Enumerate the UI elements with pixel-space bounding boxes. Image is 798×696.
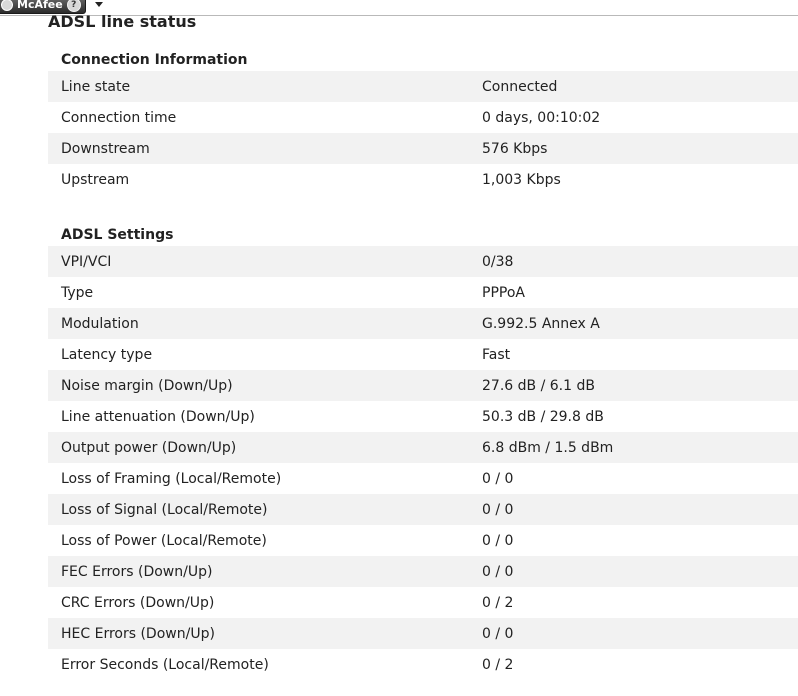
row-label: Loss of Power (Local/Remote) bbox=[61, 532, 267, 549]
row-label: Noise margin (Down/Up) bbox=[61, 377, 233, 394]
row-label: Line attenuation (Down/Up) bbox=[61, 408, 255, 425]
row-label: Loss of Framing (Local/Remote) bbox=[61, 470, 282, 487]
adsl-setting-row: Loss of Framing (Local/Remote) 0 / 0 bbox=[48, 463, 798, 494]
row-label: Latency type bbox=[61, 346, 153, 363]
adsl-setting-row: Type PPPoA bbox=[48, 277, 798, 308]
row-label: FEC Errors (Down/Up) bbox=[61, 563, 213, 580]
row-label: Type bbox=[61, 284, 94, 301]
adsl-setting-row: Noise margin (Down/Up) 27.6 dB / 6.1 dB bbox=[48, 370, 798, 401]
row-label: Downstream bbox=[61, 140, 150, 157]
connection-info-row: Downstream 576 Kbps bbox=[48, 133, 798, 164]
row-label: HEC Errors (Down/Up) bbox=[61, 625, 215, 642]
row-value: 0 / 2 bbox=[482, 656, 514, 673]
row-value: PPPoA bbox=[482, 284, 525, 301]
connection-information-table: Line state Connected Connection time 0 days… bbox=[48, 71, 798, 195]
adsl-setting-row: HEC Errors (Down/Up) 0 / 0 bbox=[48, 618, 798, 649]
connection-info-row: Upstream 1,003 Kbps bbox=[48, 164, 798, 195]
adsl-setting-row: Loss of Power (Local/Remote) 0 / 0 bbox=[48, 525, 798, 556]
adsl-setting-row: Error Seconds (Local/Remote) 0 / 2 bbox=[48, 649, 798, 680]
row-value: Fast bbox=[482, 346, 511, 363]
row-value: 1,003 Kbps bbox=[482, 171, 561, 188]
adsl-settings-heading: ADSL Settings bbox=[61, 227, 174, 243]
adsl-setting-row: FEC Errors (Down/Up) 0 / 0 bbox=[48, 556, 798, 587]
row-label: Error Seconds (Local/Remote) bbox=[61, 656, 269, 673]
row-label: VPI/VCI bbox=[61, 253, 112, 270]
row-value: 6.8 dBm / 1.5 dBm bbox=[482, 439, 614, 456]
connection-info-row: Connection time 0 days, 00:10:02 bbox=[48, 102, 798, 133]
connection-info-row: Line state Connected bbox=[48, 71, 798, 102]
row-label: Connection time bbox=[61, 109, 177, 126]
row-value: 0 / 0 bbox=[482, 470, 514, 487]
row-label: Line state bbox=[61, 78, 131, 95]
connection-information-section: Connection Information Line state Connect… bbox=[48, 50, 798, 195]
mcafee-brand-label: McAfee bbox=[17, 0, 63, 11]
page-title: ADSL line status bbox=[48, 12, 197, 31]
row-value: Connected bbox=[482, 78, 558, 95]
row-value: 0 / 2 bbox=[482, 594, 514, 611]
row-label: Loss of Signal (Local/Remote) bbox=[61, 501, 268, 518]
row-value: 0/38 bbox=[482, 253, 514, 270]
row-value: 27.6 dB / 6.1 dB bbox=[482, 377, 595, 394]
row-value: 0 / 0 bbox=[482, 563, 514, 580]
mcafee-logo-icon bbox=[1, 0, 13, 11]
row-label: Modulation bbox=[61, 315, 139, 332]
adsl-setting-row: Output power (Down/Up) 6.8 dBm / 1.5 dBm bbox=[48, 432, 798, 463]
row-value: 0 / 0 bbox=[482, 625, 514, 642]
row-value: G.992.5 Annex A bbox=[482, 315, 600, 332]
row-value: 0 / 0 bbox=[482, 501, 514, 518]
row-value: 0 days, 00:10:02 bbox=[482, 109, 601, 126]
adsl-setting-row: VPI/VCI 0/38 bbox=[48, 246, 798, 277]
row-value: 576 Kbps bbox=[482, 140, 548, 157]
row-value: 50.3 dB / 29.8 dB bbox=[482, 408, 604, 425]
adsl-setting-row: Loss of Signal (Local/Remote) 0 / 0 bbox=[48, 494, 798, 525]
adsl-setting-row: Line attenuation (Down/Up) 50.3 dB / 29.8… bbox=[48, 401, 798, 432]
row-label: Output power (Down/Up) bbox=[61, 439, 237, 456]
adsl-setting-row: CRC Errors (Down/Up) 0 / 2 bbox=[48, 587, 798, 618]
row-label: CRC Errors (Down/Up) bbox=[61, 594, 215, 611]
row-value: 0 / 0 bbox=[482, 532, 514, 549]
adsl-settings-table: VPI/VCI 0/38 Type PPPoA Modulation G.992.5 An… bbox=[48, 246, 798, 680]
adsl-settings-section: ADSL Settings VPI/VCI 0/38 Type PPPoA Modula… bbox=[48, 225, 798, 680]
row-label: Upstream bbox=[61, 171, 130, 188]
dropdown-arrow-icon[interactable] bbox=[95, 2, 103, 7]
help-icon[interactable]: ? bbox=[66, 0, 81, 12]
adsl-setting-row: Modulation G.992.5 Annex A bbox=[48, 308, 798, 339]
adsl-setting-row: Latency type Fast bbox=[48, 339, 798, 370]
connection-information-heading: Connection Information bbox=[61, 52, 248, 68]
